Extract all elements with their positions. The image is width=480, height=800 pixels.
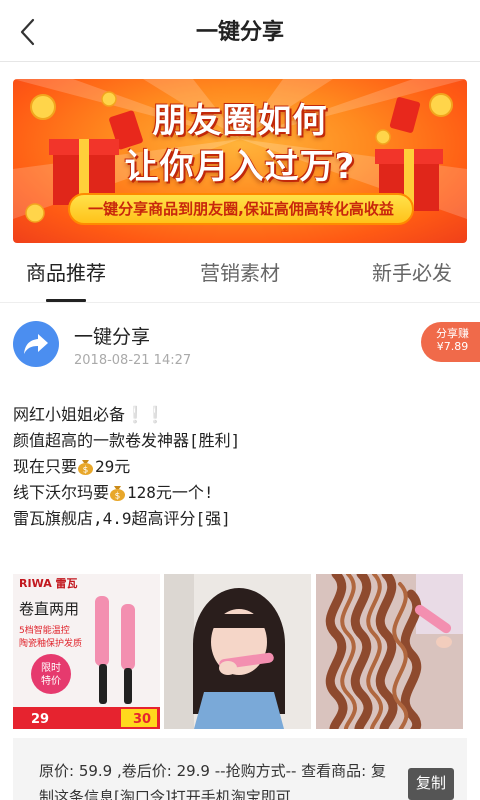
- post-line-text: 现在只要: [13, 457, 78, 476]
- category-tabs: 商品推荐 营销素材 新手必发: [0, 243, 480, 303]
- post-line-text: 线下沃尔玛要: [13, 483, 110, 502]
- product-info-text: 原价: 59.9 ,卷后价: 29.9 --抢购方式-- 查看商品: 复制这条信…: [39, 762, 386, 800]
- feature-text-2: 陶瓷釉保护发质: [19, 637, 82, 649]
- price-left: 29: [31, 712, 49, 727]
- page: 一键分享 朋友圈如何 让你月入过万? 一键分享商品到朋友圈,保证高佣高转化高收益…: [0, 0, 480, 800]
- tab-newbie-must-post[interactable]: 新手必发: [372, 257, 452, 286]
- post-line: 颜值超高的一款卷发神器[胜利]: [13, 431, 241, 450]
- app-header: 一键分享: [0, 0, 480, 62]
- exclamation-icon: ❕❕: [125, 405, 165, 424]
- promo-text-2: 特价: [41, 675, 61, 687]
- curly-hair-graphic: [316, 574, 463, 729]
- money-bag-icon: $: [78, 460, 94, 476]
- banner-slogan: 一键分享商品到朋友圈,保证高佣高转化高收益: [68, 193, 414, 225]
- active-tab-indicator: [46, 299, 86, 302]
- product-image-2[interactable]: [164, 574, 311, 729]
- money-bag-icon: $: [110, 486, 126, 502]
- promo-circle: [31, 654, 71, 694]
- promo-text-1: 限时: [41, 662, 61, 674]
- post-line: 线下沃尔玛要 $128元一个!: [13, 480, 467, 506]
- product-image-1[interactable]: RIWA 雷瓦 卷直两用 5档智能温控 陶瓷釉保护发质 限时 特价 29 30: [13, 574, 160, 729]
- banner-headline-line1: 朋友圈如何: [152, 101, 328, 141]
- product-ad-graphic: RIWA 雷瓦 卷直两用 5档智能温控 陶瓷釉保护发质 限时 特价 29 30: [13, 574, 160, 729]
- earn-label: 分享赚: [436, 327, 469, 340]
- product-info-card: 原价: 59.9 ,卷后价: 29.9 --抢购方式-- 查看商品: 复制这条信…: [13, 738, 467, 800]
- post-content: 网红小姐姐必备❕❕ 颜值超高的一款卷发神器[胜利] 现在只要 $29元 线下沃尔玛…: [13, 402, 467, 532]
- share-arrow-icon: [24, 334, 48, 354]
- tab-product-recommend[interactable]: 商品推荐: [26, 257, 106, 286]
- post-author: 一键分享: [74, 326, 151, 348]
- feature-text-1: 5档智能温控: [19, 624, 70, 636]
- earn-value: ¥7.89: [436, 340, 469, 353]
- share-earn-badge[interactable]: 分享赚 ¥7.89: [421, 322, 480, 362]
- post-line-text: 网红小姐姐必备: [13, 405, 126, 424]
- promo-banner[interactable]: 朋友圈如何 让你月入过万? 一键分享商品到朋友圈,保证高佣高转化高收益: [13, 79, 467, 243]
- banner-headline-line2: 让你月入过万?: [124, 147, 356, 187]
- tab-marketing-material[interactable]: 营销素材: [200, 257, 280, 286]
- svg-text:$: $: [115, 492, 121, 502]
- price-right: 30: [133, 712, 151, 727]
- post-line-text: 128元一个!: [127, 483, 214, 502]
- product-tag: 卷直两用: [19, 600, 79, 618]
- post-line: 网红小姐姐必备❕❕: [13, 402, 467, 428]
- avatar[interactable]: [13, 321, 59, 367]
- copy-button[interactable]: 复制: [408, 768, 454, 800]
- post-line: 现在只要 $29元: [13, 454, 467, 480]
- product-image-3[interactable]: [316, 574, 463, 729]
- post-line-text: 29元: [95, 457, 131, 476]
- post-timestamp: 2018-08-21 14:27: [74, 353, 192, 368]
- page-title: 一键分享: [195, 20, 284, 45]
- model-photo-graphic: [164, 574, 311, 729]
- post-line: 雷瓦旗舰店,4.9超高评分[强]: [13, 509, 231, 528]
- svg-text:$: $: [83, 466, 89, 476]
- brand-label: RIWA 雷瓦: [19, 577, 78, 590]
